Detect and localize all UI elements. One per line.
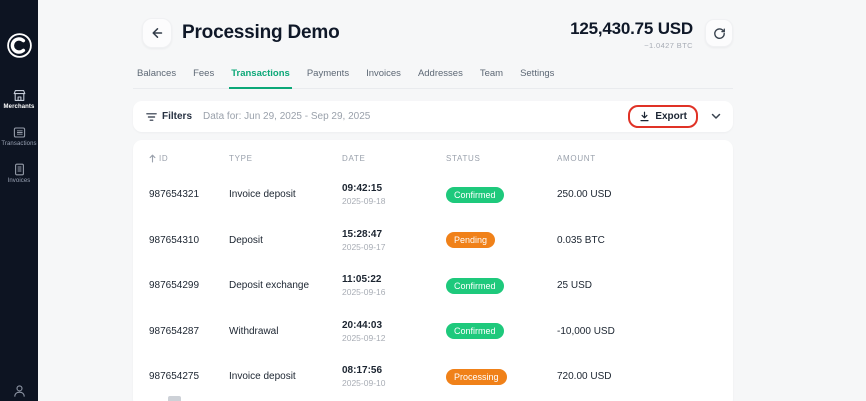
sidebar-nav: Merchants Transactions Invoices bbox=[0, 73, 38, 184]
cell-status: Confirmed bbox=[446, 277, 557, 294]
cell-time: 11:05:22 bbox=[342, 274, 382, 286]
table-row[interactable]: 987654299 Deposit exchange 11:05:22 2025… bbox=[133, 263, 733, 309]
cell-time: 15:28:47 bbox=[342, 228, 383, 240]
refresh-button[interactable] bbox=[705, 19, 733, 47]
cell-status: Pending bbox=[446, 232, 557, 249]
filters-label: Filters bbox=[162, 111, 193, 122]
cell-date: 11:05:22 2025-09-16 bbox=[342, 274, 446, 297]
person-icon bbox=[13, 384, 26, 398]
cell-status: Confirmed bbox=[446, 186, 557, 203]
balance-secondary: ~1.0427 BTC bbox=[644, 41, 693, 50]
page-title: Processing Demo bbox=[182, 22, 340, 43]
tab-invoices[interactable]: Invoices bbox=[364, 63, 403, 89]
table-row[interactable]: 987654275 Invoice deposit 08:17:56 2025-… bbox=[133, 354, 733, 400]
cell-id: 987654275 bbox=[149, 371, 200, 383]
cell-date: 15:28:47 2025-09-17 bbox=[342, 229, 446, 252]
cell-type: Invoice deposit bbox=[229, 371, 296, 383]
tab-team[interactable]: Team bbox=[478, 63, 505, 89]
cell-type: Deposit exchange bbox=[229, 280, 310, 292]
tab-fees[interactable]: Fees bbox=[191, 63, 216, 89]
sidebar-item-invoices[interactable]: Invoices bbox=[0, 163, 38, 184]
tab-settings[interactable]: Settings bbox=[518, 63, 556, 89]
filter-bar: Filters Data for: Jun 29, 2025 - Sep 29,… bbox=[133, 101, 733, 132]
balance-primary: 125,430.75 USD bbox=[570, 19, 693, 38]
export-label: Export bbox=[655, 111, 687, 122]
document-icon bbox=[13, 163, 26, 176]
cell-date-sub: 2025-09-16 bbox=[342, 287, 386, 298]
annotation-highlight-box: Export bbox=[628, 105, 698, 128]
cell-status: Processing bbox=[446, 368, 557, 385]
cell-amount: 0.035 BTC bbox=[557, 234, 605, 246]
chevron-down-icon bbox=[711, 113, 721, 120]
column-header-status[interactable]: STATUS bbox=[446, 154, 557, 163]
tab-payments[interactable]: Payments bbox=[305, 63, 351, 89]
table-row[interactable]: 987654287 Withdrawal 20:44:03 2025-09-12… bbox=[133, 309, 733, 355]
sidebar: Merchants Transactions Invoices bbox=[0, 0, 38, 401]
table-body: 987654321 Invoice deposit 09:42:15 2025-… bbox=[133, 172, 733, 400]
cell-amount: -10,000 USD bbox=[557, 325, 615, 337]
table-header-row: ID TYPE DATE STATUS AMOUNT bbox=[133, 144, 733, 172]
status-badge: Confirmed bbox=[446, 186, 504, 203]
cell-date-sub: 2025-09-10 bbox=[342, 378, 386, 389]
table-row[interactable]: 987654321 Invoice deposit 09:42:15 2025-… bbox=[133, 172, 733, 218]
filters-button[interactable]: Filters bbox=[146, 111, 192, 122]
cell-id: 987654287 bbox=[149, 325, 200, 337]
cell-date: 08:17:56 2025-09-10 bbox=[342, 365, 446, 388]
cell-amount: 25 USD bbox=[557, 280, 593, 292]
cell-id: 987654321 bbox=[149, 189, 200, 201]
filter-icon bbox=[146, 112, 157, 122]
cell-type: Withdrawal bbox=[229, 325, 279, 337]
cell-type: Deposit bbox=[229, 234, 263, 246]
status-badge: Confirmed bbox=[446, 277, 504, 294]
cell-date-sub: 2025-09-12 bbox=[342, 332, 386, 343]
cell-date: 20:44:03 2025-09-12 bbox=[342, 320, 446, 343]
cell-time: 08:17:56 bbox=[342, 365, 383, 377]
status-badge: Confirmed bbox=[446, 323, 504, 340]
list-icon bbox=[13, 126, 26, 139]
transactions-table: ID TYPE DATE STATUS AMOUNT 987654321 Invoice… bbox=[133, 140, 733, 401]
tab-transactions[interactable]: Transactions bbox=[229, 63, 292, 89]
cell-amount: 720.00 USD bbox=[557, 371, 612, 383]
tab-addresses[interactable]: Addresses bbox=[416, 63, 465, 89]
column-header-id[interactable]: ID bbox=[149, 154, 229, 163]
cell-date-sub: 2025-09-18 bbox=[342, 196, 386, 207]
status-badge: Pending bbox=[446, 232, 496, 249]
arrow-left-icon bbox=[150, 26, 164, 40]
cell-type: Invoice deposit bbox=[229, 189, 296, 201]
main-content: Processing Demo 125,430.75 USD ~1.0427 B… bbox=[38, 0, 866, 401]
column-header-type[interactable]: TYPE bbox=[229, 154, 342, 163]
cell-time: 09:42:15 bbox=[342, 183, 383, 195]
back-button[interactable] bbox=[142, 18, 172, 48]
download-icon bbox=[639, 111, 650, 122]
page-header: Processing Demo 125,430.75 USD ~1.0427 B… bbox=[133, 0, 733, 50]
cell-id: 987654310 bbox=[149, 234, 200, 246]
balance-summary: 125,430.75 USD ~1.0427 BTC bbox=[570, 18, 693, 50]
profile-button[interactable] bbox=[0, 384, 38, 398]
cell-amount: 250.00 USD bbox=[557, 189, 612, 201]
cell-time: 20:44:03 bbox=[342, 319, 383, 331]
export-button[interactable]: Export bbox=[636, 109, 690, 124]
cell-id: 987654299 bbox=[149, 280, 200, 292]
cell-date-sub: 2025-09-17 bbox=[342, 241, 386, 252]
column-header-amount[interactable]: AMOUNT bbox=[557, 154, 717, 163]
storefront-icon bbox=[13, 89, 26, 102]
sidebar-item-merchants[interactable]: Merchants bbox=[0, 89, 38, 110]
expand-button[interactable] bbox=[709, 111, 723, 122]
brand-logo[interactable] bbox=[6, 32, 33, 59]
tab-balances[interactable]: Balances bbox=[135, 63, 178, 89]
brand-logo-icon bbox=[6, 32, 33, 59]
cell-status: Confirmed bbox=[446, 323, 557, 340]
tab-bar: Balances Fees Transactions Payments Invoices… bbox=[133, 63, 733, 89]
status-badge: Processing bbox=[446, 368, 507, 385]
cell-date: 09:42:15 2025-09-18 bbox=[342, 183, 446, 206]
clipped-bottom-element bbox=[168, 396, 181, 401]
table-row[interactable]: 987654310 Deposit 15:28:47 2025-09-17 Pe… bbox=[133, 218, 733, 264]
refresh-icon bbox=[713, 27, 726, 40]
column-header-date[interactable]: DATE bbox=[342, 154, 446, 163]
sidebar-item-transactions[interactable]: Transactions bbox=[0, 126, 38, 147]
sort-arrow-up-icon bbox=[149, 154, 156, 163]
date-range-label: Data for: Jun 29, 2025 - Sep 29, 2025 bbox=[203, 111, 371, 122]
